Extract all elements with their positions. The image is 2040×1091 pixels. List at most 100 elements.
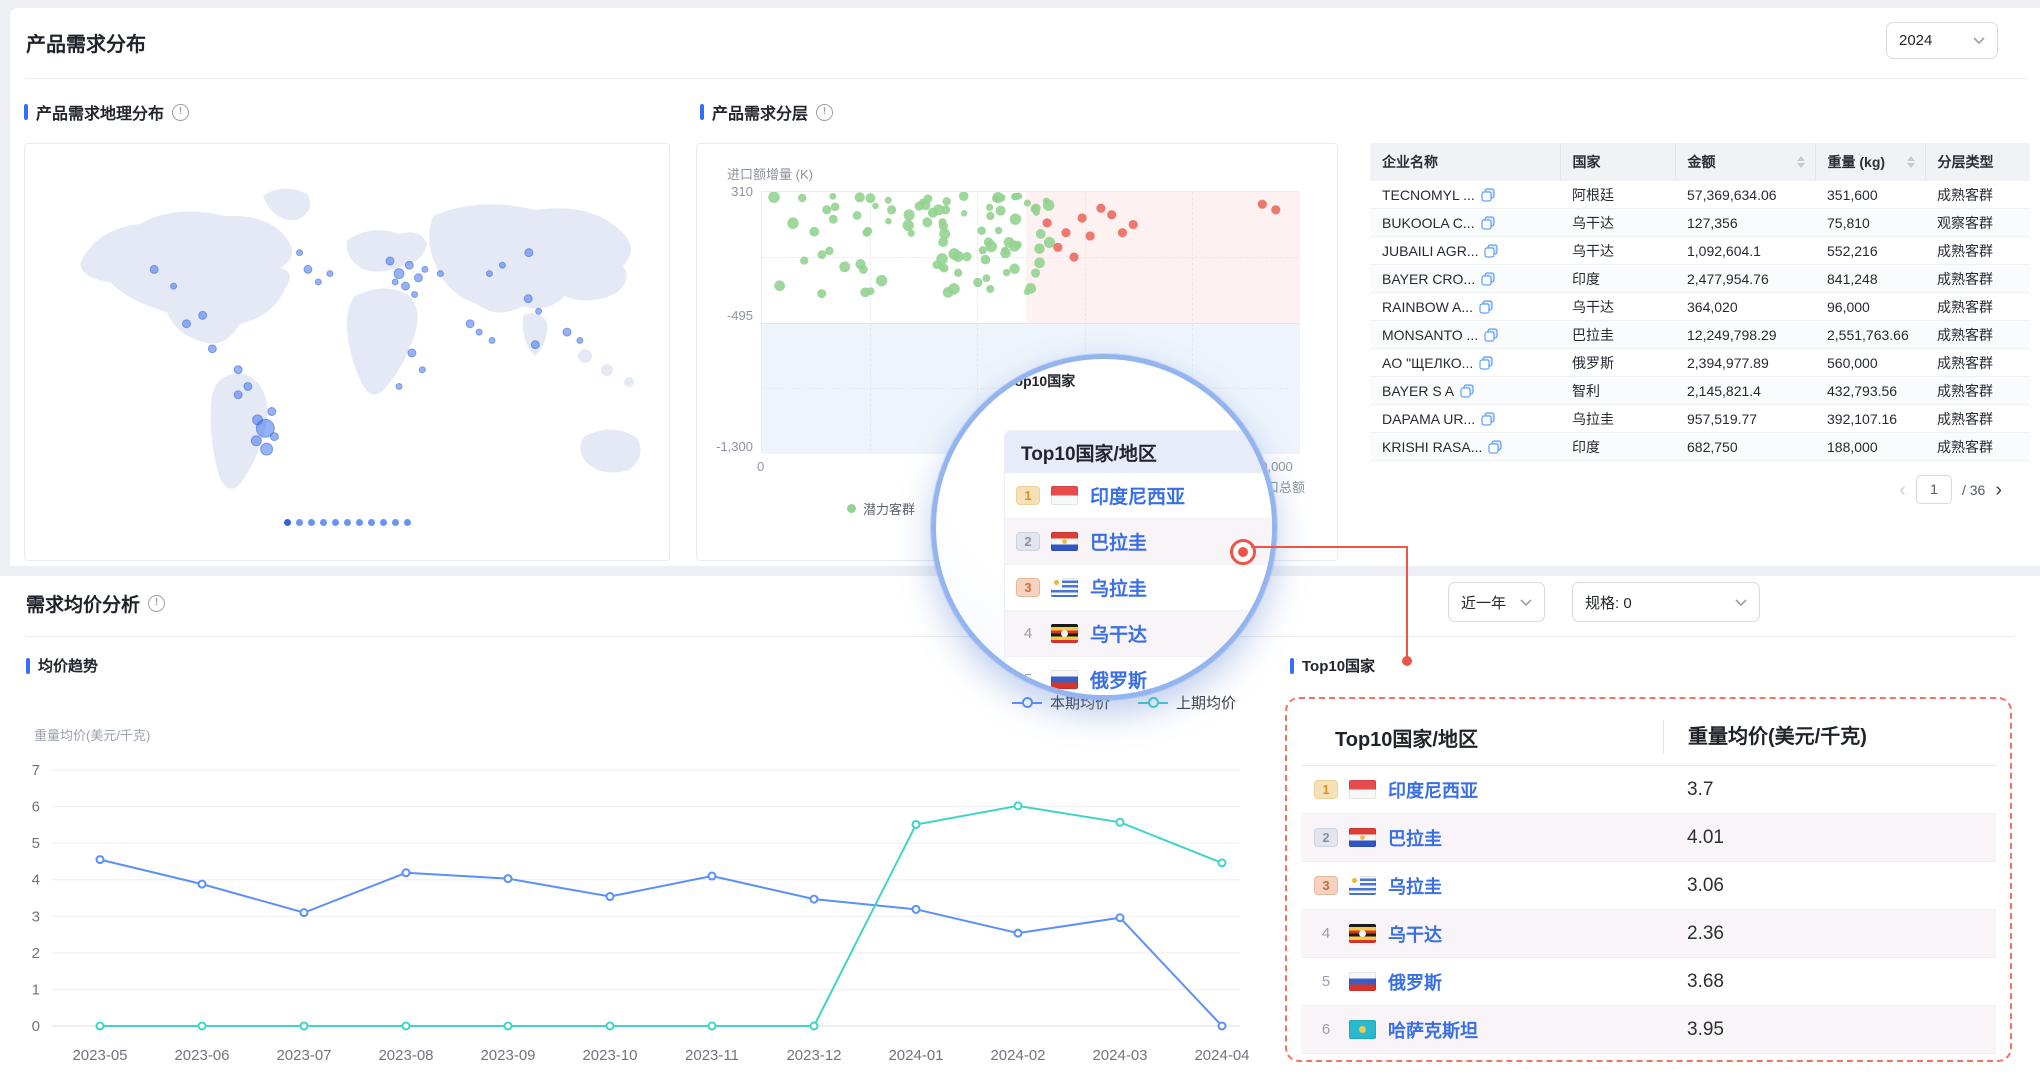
total-pages: / 36 [1962,482,1985,498]
top10-table-row[interactable]: 6哈萨克斯坦3.95 [1301,1006,1996,1054]
svg-text:2024-01: 2024-01 [888,1047,943,1064]
carousel-dot[interactable] [320,519,327,526]
lens-top10-row[interactable]: 5俄罗斯 [1005,657,1277,700]
company-table-row[interactable]: TECNOMYL ...阿根廷57,369,634.06351,600成熟客群 [1370,181,2030,209]
info-icon[interactable] [172,104,189,121]
country-link[interactable]: 印度尼西亚 [1388,777,1478,803]
country-link[interactable]: 乌拉圭 [1388,873,1442,899]
company-table-header-row: 企业名称 国家 金额 重量 (kg) 分层类型 [1370,143,2030,181]
copy-icon[interactable] [1481,188,1495,202]
col-amount-sortable[interactable]: 金额 [1675,143,1815,181]
copy-icon[interactable] [1460,384,1474,398]
copy-icon[interactable] [1484,328,1498,342]
cell-segment-type: 成熟客群 [1925,321,2030,349]
title-divider [26,78,2026,79]
time-range-select[interactable]: 近一年 [1448,582,1545,622]
sort-icon[interactable] [1907,156,1915,168]
country-link[interactable]: 乌拉圭 [1090,574,1147,601]
company-table-row[interactable]: JUBAILI AGR...乌干达1,092,604.1552,216成熟客群 [1370,237,2030,265]
carousel-dot[interactable] [284,519,291,526]
sort-icon[interactable] [1797,156,1805,168]
flag-uy-icon [1051,578,1078,597]
top10-table-row[interactable]: 5俄罗斯3.68 [1301,958,1996,1006]
company-table-row[interactable]: BAYER CRO...印度2,477,954.76841,248成熟客群 [1370,265,2030,293]
carousel-dot[interactable] [368,519,375,526]
cell-segment-type: 成熟客群 [1925,405,2030,433]
company-name: BAYER CRO... [1382,271,1475,287]
legend-line-icon [1138,702,1168,704]
current-page-input[interactable]: 1 [1916,475,1952,504]
cell-weight: 560,000 [1815,349,1925,377]
legend-item[interactable]: 上期均价 [1138,692,1236,713]
svg-text:2023-08: 2023-08 [378,1047,433,1064]
top10-table-row[interactable]: 3乌拉圭3.06 [1301,862,1996,910]
company-table-row[interactable]: BAYER S A智利2,145,821.4432,793.56成熟客群 [1370,377,2030,405]
info-icon[interactable] [148,595,165,612]
top10-table-row[interactable]: 1印度尼西亚3.7 [1301,766,1996,814]
country-link[interactable]: 乌干达 [1090,620,1147,647]
carousel-dot[interactable] [356,519,363,526]
rank-badge: 6 [1315,1021,1337,1038]
next-page-button[interactable]: › [1995,480,2002,500]
carousel-dot[interactable] [344,519,351,526]
country-link[interactable]: 哈萨克斯坦 [1388,1017,1478,1043]
top10-table-row[interactable]: 2巴拉圭4.01 [1301,814,1996,862]
country-link[interactable]: 印度尼西亚 [1090,482,1185,509]
copy-icon[interactable] [1484,244,1498,258]
trend-sub-header: 均价趋势 [26,655,98,676]
country-link[interactable]: 俄罗斯 [1388,969,1442,995]
cell-country: 乌干达 [1560,209,1675,237]
company-table-row[interactable]: RAINBOW A...乌干达364,02096,000成熟客群 [1370,293,2030,321]
carousel-dot[interactable] [296,519,303,526]
company-table-row[interactable]: BUKOOLA C...乌干达127,35675,810观察客群 [1370,209,2030,237]
cell-amount: 12,249,798.29 [1675,321,1815,349]
scatter-legend-potential[interactable]: 潜力客群 [847,499,915,518]
spec-select-value: 规格: 0 [1585,592,1632,613]
carousel-dot[interactable] [380,519,387,526]
spec-select[interactable]: 规格: 0 [1572,582,1760,622]
carousel-dot[interactable] [392,519,399,526]
lens-top10-row[interactable]: 4乌干达 [1005,611,1277,657]
company-name: JUBAILI AGR... [1382,243,1478,259]
world-map[interactable] [25,144,670,561]
year-select[interactable]: 2024 [1886,22,1998,59]
flag-kz-icon [1349,1020,1376,1039]
cell-amount: 57,369,634.06 [1675,181,1815,209]
cell-country: 乌拉圭 [1560,405,1675,433]
avg-price-value: 3.68 [1663,971,1996,993]
price-trend-chart[interactable]: 01234567重量均价(美元/千克)2023-052023-062023-07… [0,716,1270,1076]
copy-icon[interactable] [1479,356,1493,370]
company-table-row[interactable]: DAPAMA UR...乌拉圭957,519.77392,107.16成熟客群 [1370,405,2030,433]
prev-page-button[interactable]: ‹ [1899,480,1906,500]
col-amount-label: 金额 [1688,152,1716,172]
country-link[interactable]: 巴拉圭 [1090,528,1147,555]
svg-text:重量均价(美元/千克): 重量均价(美元/千克) [34,728,150,743]
cell-weight: 96,000 [1815,293,1925,321]
copy-icon[interactable] [1481,412,1495,426]
copy-icon[interactable] [1481,216,1495,230]
continents [80,188,641,488]
company-table-row[interactable]: MONSANTO ...巴拉圭12,249,798.292,551,763.66… [1370,321,2030,349]
company-table-row[interactable]: KRISHI RASA...印度682,750188,000成熟客群 [1370,433,2030,461]
country-link[interactable]: 巴拉圭 [1388,825,1442,851]
legend-label: 上期均价 [1176,692,1236,713]
col-weight-sortable[interactable]: 重量 (kg) [1815,143,1925,181]
price-section-title: 需求均价分析 [26,590,140,617]
copy-icon[interactable] [1479,300,1493,314]
top10-table-row[interactable]: 4乌干达2.36 [1301,910,1996,958]
copy-icon[interactable] [1481,272,1495,286]
cell-country: 巴拉圭 [1560,321,1675,349]
lens-top10-row[interactable]: 3乌拉圭 [1005,565,1277,611]
geo-map-panel[interactable] [24,143,670,561]
company-table-row[interactable]: AO "ЩЕЛКО...俄罗斯2,394,977.89560,000成熟客群 [1370,349,2030,377]
country-link[interactable]: 俄罗斯 [1090,666,1147,693]
lens-top10-row[interactable]: 1印度尼西亚 [1005,473,1277,519]
copy-icon[interactable] [1488,440,1502,454]
info-icon[interactable] [816,104,833,121]
carousel-dot[interactable] [332,519,339,526]
country-link[interactable]: 乌干达 [1388,921,1442,947]
geo-section-header: 产品需求地理分布 [24,100,189,124]
company-name: MONSANTO ... [1382,327,1478,343]
carousel-dot[interactable] [404,519,411,526]
carousel-dot[interactable] [308,519,315,526]
